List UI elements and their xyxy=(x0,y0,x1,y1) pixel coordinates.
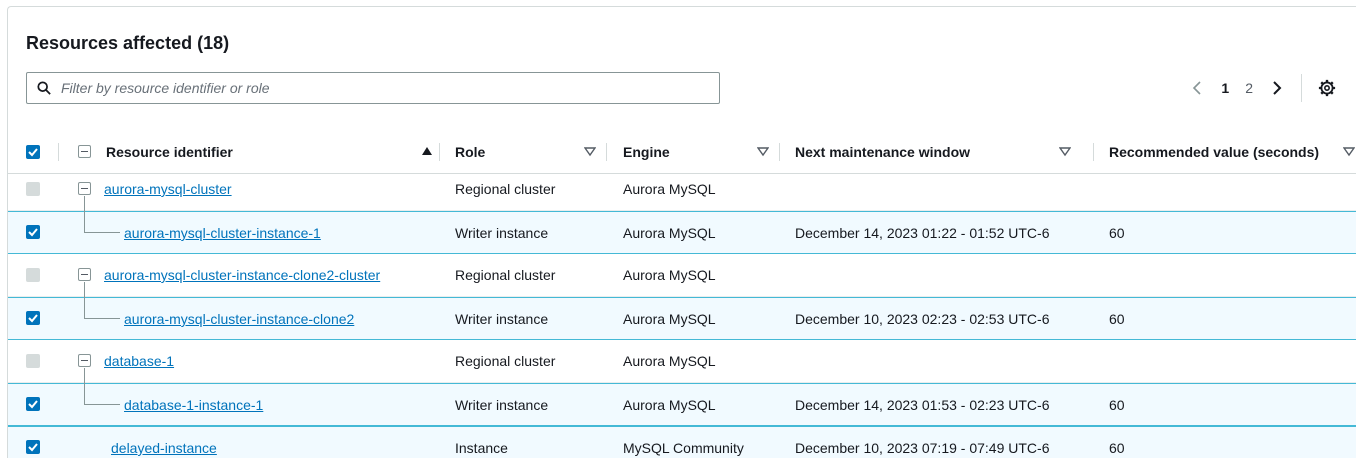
row-checkbox xyxy=(26,182,40,196)
sort-ascending-icon xyxy=(422,147,432,155)
resource-link[interactable]: aurora-mysql-cluster-instance-clone2-clu… xyxy=(104,267,380,283)
column-separator xyxy=(1093,143,1094,161)
tree-line xyxy=(84,232,120,233)
collapse-all-toggle[interactable] xyxy=(78,145,91,158)
row-checkbox[interactable] xyxy=(26,225,40,239)
resource-link[interactable]: aurora-mysql-cluster-instance-1 xyxy=(124,225,321,241)
column-separator xyxy=(58,143,59,161)
table-row[interactable]: aurora-mysql-cluster-instance-clone2-clu… xyxy=(8,254,1356,297)
expand-toggle[interactable] xyxy=(78,354,91,367)
tree-line xyxy=(84,368,85,383)
resource-link[interactable]: database-1 xyxy=(104,353,174,369)
panel-title: Resources affected (18) xyxy=(26,33,230,53)
table-row[interactable]: aurora-mysql-cluster-instance-1 Writer i… xyxy=(8,211,1356,254)
table-row[interactable]: aurora-mysql-cluster Regional cluster Au… xyxy=(8,168,1356,211)
page-1-button[interactable]: 1 xyxy=(1213,80,1237,96)
checkmark-icon xyxy=(28,148,38,157)
column-label-resource: Resource identifier xyxy=(106,144,233,160)
sort-icon xyxy=(1059,147,1071,157)
tree-line xyxy=(84,282,85,297)
column-label-role: Role xyxy=(455,144,486,160)
maintenance-window-cell: December 10, 2023 07:19 - 07:49 UTC-6 xyxy=(795,440,1050,456)
column-separator xyxy=(606,143,607,161)
resources-affected-panel: Resources affected (18) 1 2 xyxy=(7,6,1356,458)
engine-cell: Aurora MySQL xyxy=(623,181,716,197)
table-row[interactable]: delayed-instance Instance MySQL Communit… xyxy=(8,426,1356,458)
sort-icon xyxy=(757,147,769,157)
engine-cell: MySQL Community xyxy=(623,440,744,456)
recommended-value-cell: 60 xyxy=(1109,397,1125,413)
maintenance-window-cell: December 14, 2023 01:22 - 01:52 UTC-6 xyxy=(795,225,1050,241)
resource-link[interactable]: aurora-mysql-cluster xyxy=(104,181,232,197)
column-label-window: Next maintenance window xyxy=(795,144,971,160)
pager-divider xyxy=(1301,74,1302,102)
checkmark-icon xyxy=(28,443,38,452)
page-2-button[interactable]: 2 xyxy=(1237,80,1261,96)
checkmark-icon xyxy=(28,400,38,409)
select-all-checkbox[interactable] xyxy=(26,145,40,159)
column-separator xyxy=(779,143,780,161)
sort-icon xyxy=(584,147,596,157)
chevron-left-icon[interactable] xyxy=(1191,80,1203,96)
engine-cell: Aurora MySQL xyxy=(623,397,716,413)
maintenance-window-cell: December 14, 2023 01:53 - 02:23 UTC-6 xyxy=(795,397,1050,413)
row-checkbox[interactable] xyxy=(26,311,40,325)
resource-link[interactable]: aurora-mysql-cluster-instance-clone2 xyxy=(124,311,354,327)
sort-icon xyxy=(1343,147,1355,157)
column-label-engine: Engine xyxy=(623,144,670,160)
column-separator xyxy=(439,143,440,161)
role-cell: Regional cluster xyxy=(455,181,556,197)
pagination: 1 2 xyxy=(1181,73,1336,103)
maintenance-window-cell: December 10, 2023 02:23 - 02:53 UTC-6 xyxy=(795,311,1050,327)
search-input[interactable] xyxy=(61,80,719,96)
gear-icon[interactable] xyxy=(1318,79,1336,97)
table-row[interactable]: aurora-mysql-cluster-instance-clone2 Wri… xyxy=(8,297,1356,340)
engine-cell: Aurora MySQL xyxy=(623,225,716,241)
chevron-right-icon[interactable] xyxy=(1271,80,1283,96)
engine-cell: Aurora MySQL xyxy=(623,267,716,283)
checkmark-icon xyxy=(28,228,38,237)
column-label-recommended: Recommended value (seconds) xyxy=(1109,144,1320,160)
row-checkbox xyxy=(26,268,40,282)
tree-line xyxy=(84,211,85,232)
recommended-value-cell: 60 xyxy=(1109,311,1125,327)
row-checkbox xyxy=(26,354,40,368)
role-cell: Regional cluster xyxy=(455,267,556,283)
resource-link[interactable]: database-1-instance-1 xyxy=(124,397,263,413)
expand-toggle[interactable] xyxy=(78,182,91,195)
role-cell: Regional cluster xyxy=(455,353,556,369)
row-checkbox[interactable] xyxy=(26,440,40,454)
role-cell: Instance xyxy=(455,440,508,456)
search-field[interactable] xyxy=(26,72,720,104)
table-row[interactable]: database-1 Regional cluster Aurora MySQL xyxy=(8,340,1356,383)
recommended-value-cell: 60 xyxy=(1109,225,1125,241)
engine-cell: Aurora MySQL xyxy=(623,311,716,327)
table-row[interactable]: database-1-instance-1 Writer instance Au… xyxy=(8,383,1356,426)
row-checkbox[interactable] xyxy=(26,397,40,411)
expand-toggle[interactable] xyxy=(78,268,91,281)
role-cell: Writer instance xyxy=(455,311,549,327)
tree-line xyxy=(84,297,85,318)
checkmark-icon xyxy=(28,314,38,323)
role-cell: Writer instance xyxy=(455,397,549,413)
recommended-value-cell: 60 xyxy=(1109,440,1125,456)
tree-line xyxy=(84,383,85,404)
resource-link[interactable]: delayed-instance xyxy=(111,440,217,456)
tree-line xyxy=(84,318,120,319)
role-cell: Writer instance xyxy=(455,225,549,241)
engine-cell: Aurora MySQL xyxy=(623,353,716,369)
tree-line xyxy=(84,404,120,405)
tree-line xyxy=(84,196,85,211)
search-icon xyxy=(37,81,51,95)
